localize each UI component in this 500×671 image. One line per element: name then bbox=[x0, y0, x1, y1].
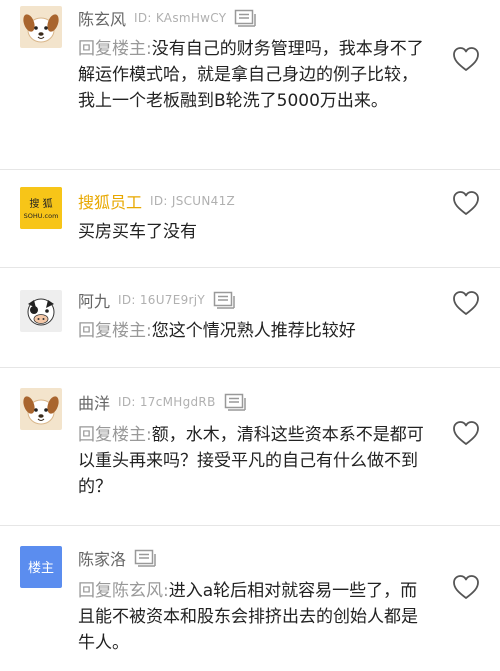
comment-item: 楼主 陈家洛 回复陈玄风:进入a轮后相对就容易一些了，而且能不被资本和股东会排挤… bbox=[0, 526, 500, 671]
comment-header: 阿九 ID: 16U7E9rjY bbox=[78, 288, 235, 312]
reply-prefix: 回复陈玄风: bbox=[78, 581, 169, 601]
comment-text: 回复陈玄风:进入a轮后相对就容易一些了，而且能不被资本和股东会排挤出去的创始人都… bbox=[78, 578, 430, 656]
user-id: ID: 17cMHgdRB bbox=[118, 395, 216, 409]
comment-item: 搜 狐 SOHU.com 搜狐员工 ID: JSCUN41Z 买房买车了没有 bbox=[0, 170, 500, 268]
reply-prefix: 回复楼主: bbox=[78, 39, 152, 59]
comment-text: 回复楼主:没有自己的财务管理吗，我本身不了解运作模式哈，就是拿自己身边的例子比较… bbox=[78, 36, 430, 114]
dog-avatar-icon[interactable] bbox=[20, 6, 62, 48]
comment-item: 阿九 ID: 16U7E9rjY 回复楼主:您这个情况熟人推荐比较好 bbox=[0, 268, 500, 368]
reply-prefix: 回复楼主: bbox=[78, 321, 152, 341]
comment-header: 曲洋 ID: 17cMHgdRB bbox=[78, 390, 246, 414]
comment-text: 回复楼主:额，水木，清科这些资本系不是都可以重头再来吗？接受平凡的自己有什么做不… bbox=[78, 422, 430, 500]
like-heart-icon[interactable] bbox=[452, 574, 480, 600]
sohu-logo-icon[interactable]: 搜 狐 SOHU.com bbox=[20, 187, 62, 229]
cow-avatar-icon[interactable] bbox=[20, 290, 62, 332]
dog-avatar-icon[interactable] bbox=[20, 388, 62, 430]
user-id: ID: 16U7E9rjY bbox=[118, 293, 206, 307]
author-badge-label: 楼主 bbox=[28, 561, 54, 576]
username[interactable]: 搜狐员工 bbox=[78, 189, 142, 213]
comment-list: 陈玄风 ID: KAsmHwCY 回复楼主:没有自己的财务管理吗，我本身不了解运… bbox=[0, 0, 500, 671]
like-heart-icon[interactable] bbox=[452, 420, 480, 446]
username[interactable]: 阿九 bbox=[78, 288, 110, 312]
username[interactable]: 曲洋 bbox=[78, 390, 110, 414]
like-heart-icon[interactable] bbox=[452, 46, 480, 72]
id-card-icon bbox=[224, 393, 246, 411]
sohu-logo-text-bottom: SOHU.com bbox=[24, 212, 59, 220]
user-id: ID: KAsmHwCY bbox=[134, 11, 227, 25]
like-heart-icon[interactable] bbox=[452, 290, 480, 316]
reply-prefix: 回复楼主: bbox=[78, 425, 152, 445]
comment-header: 搜狐员工 ID: JSCUN41Z bbox=[78, 189, 243, 213]
comment-item: 陈玄风 ID: KAsmHwCY 回复楼主:没有自己的财务管理吗，我本身不了解运… bbox=[0, 0, 500, 170]
username[interactable]: 陈玄风 bbox=[78, 6, 126, 30]
comment-text: 回复楼主:您这个情况熟人推荐比较好 bbox=[78, 318, 430, 344]
comment-text: 买房买车了没有 bbox=[78, 219, 430, 245]
sohu-logo-text-top: 搜 狐 bbox=[29, 197, 52, 210]
id-card-icon bbox=[234, 9, 257, 27]
username[interactable]: 陈家洛 bbox=[78, 546, 126, 570]
comment-body: 您这个情况熟人推荐比较好 bbox=[151, 321, 356, 341]
comment-header: 陈家洛 bbox=[78, 546, 156, 570]
author-badge-icon[interactable]: 楼主 bbox=[20, 546, 62, 588]
user-id: ID: JSCUN41Z bbox=[150, 194, 236, 208]
comment-header: 陈玄风 ID: KAsmHwCY bbox=[78, 6, 257, 30]
id-card-icon bbox=[213, 291, 235, 309]
comment-body: 买房买车了没有 bbox=[78, 222, 197, 242]
comment-item: 曲洋 ID: 17cMHgdRB 回复楼主:额，水木，清科这些资本系不是都可以重… bbox=[0, 368, 500, 526]
id-card-icon bbox=[134, 549, 156, 567]
like-heart-icon[interactable] bbox=[452, 190, 480, 216]
